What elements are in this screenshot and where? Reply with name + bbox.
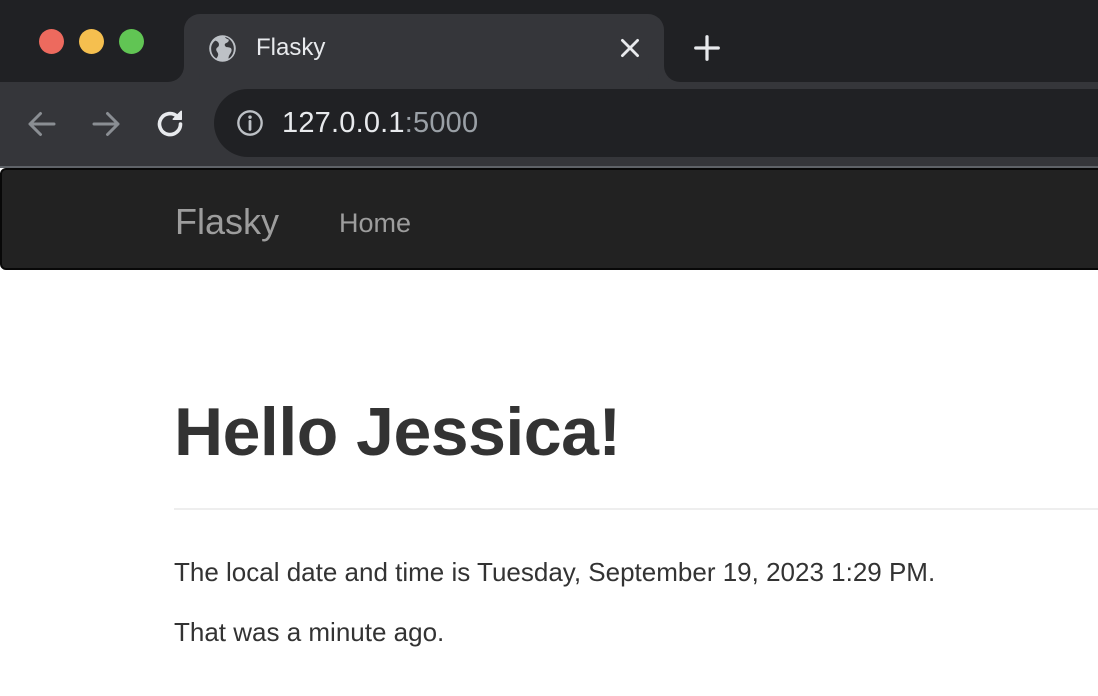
browser-tab[interactable]: Flasky [184,14,664,82]
tab-title: Flasky [256,34,326,61]
maximize-window-button[interactable] [119,29,144,54]
datetime-text: The local date and time is Tuesday, Sept… [174,557,936,587]
url-text[interactable]: 127.0.0.1:5000 [282,107,478,139]
browser-toolbar: 127.0.0.1:5000 [0,82,1098,166]
navbar-brand[interactable]: Flasky [175,202,279,242]
info-icon[interactable] [236,109,264,137]
reload-icon[interactable] [152,106,188,142]
tab-strip: Flasky [0,0,1098,82]
page-heading: Hello Jessica! [174,394,621,470]
page-viewport: Flasky Home Hello Jessica! The local dat… [0,168,1098,696]
arrow-left-icon[interactable] [24,106,60,142]
site-navbar: Flasky Home [0,168,1098,270]
nav-link-home[interactable]: Home [339,207,411,239]
url-host: 127.0.0.1 [282,107,405,139]
globe-icon [209,35,236,62]
heading-divider [174,508,1098,510]
relative-time-text: That was a minute ago. [174,617,445,647]
minimize-window-button[interactable] [79,29,104,54]
plus-icon[interactable] [692,33,722,63]
close-window-button[interactable] [39,29,64,54]
address-bar[interactable]: 127.0.0.1:5000 [214,89,1098,157]
url-port: :5000 [404,107,479,139]
browser-window: Flasky 127.0.0.1:5000 Flasky Home Hello … [0,0,1098,696]
close-icon[interactable] [617,35,643,61]
arrow-right-icon[interactable] [88,106,124,142]
